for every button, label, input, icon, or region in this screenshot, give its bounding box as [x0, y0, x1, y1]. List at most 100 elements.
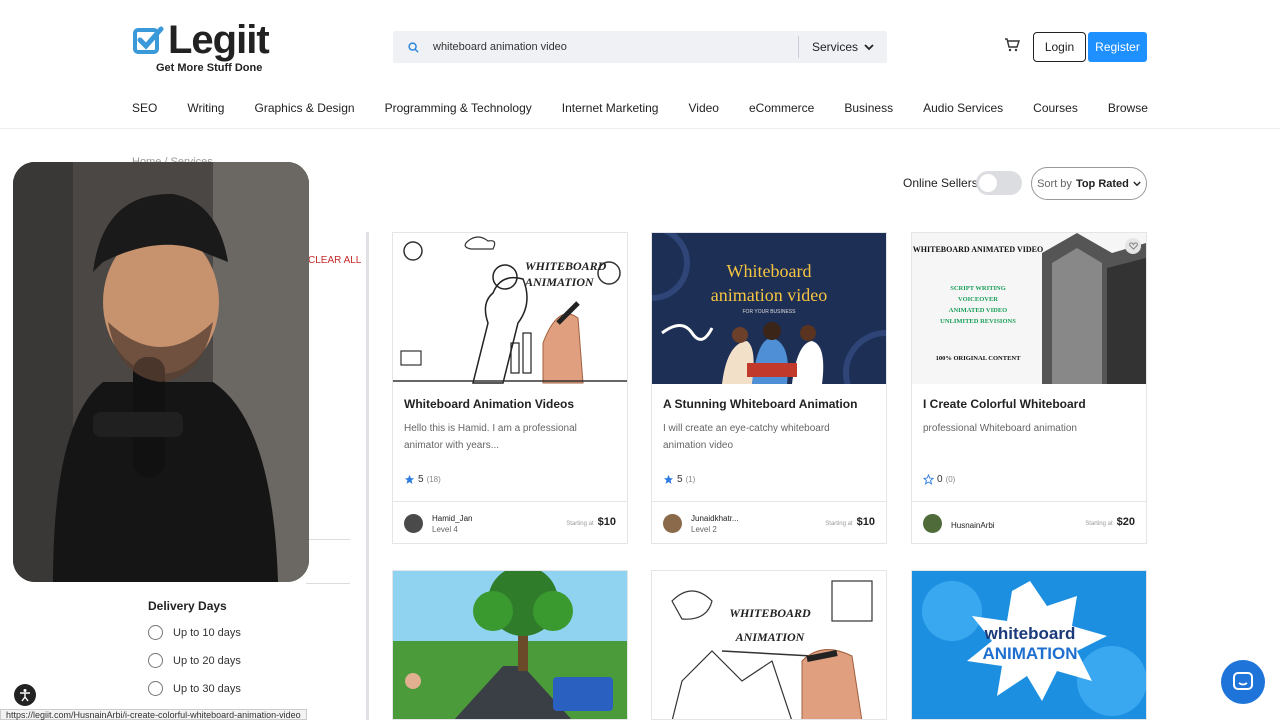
- card-image[interactable]: WHITEBOARD ANIMATION: [393, 233, 627, 384]
- nav-item-audio-services[interactable]: Audio Services: [923, 101, 1003, 115]
- card-image-text: animation video: [711, 285, 827, 305]
- star-icon: [663, 474, 674, 484]
- logo[interactable]: Legiit Get More Stuff Done: [132, 18, 270, 74]
- card-rating: 0 (0): [923, 474, 955, 485]
- service-card-image[interactable]: WHITEBOARD ANIMATION: [651, 570, 887, 720]
- price-label: Starting at: [1085, 521, 1113, 527]
- nav-item-writing[interactable]: Writing: [187, 101, 224, 115]
- avatar: [923, 514, 942, 533]
- chat-icon[interactable]: [1221, 660, 1265, 704]
- seller-level: Level 2: [691, 525, 717, 534]
- nav-item-business[interactable]: Business: [844, 101, 893, 115]
- chevron-down-icon: [1133, 180, 1141, 186]
- accessibility-icon[interactable]: [14, 684, 36, 706]
- price-value: $10: [856, 516, 875, 528]
- nav-item-seo[interactable]: SEO: [132, 101, 157, 115]
- login-button[interactable]: Login: [1033, 32, 1086, 62]
- favorite-heart-icon[interactable]: [1125, 238, 1141, 254]
- card-description: professional Whiteboard animation: [923, 423, 1077, 434]
- card-image-text: 100% ORIGINAL CONTENT: [936, 355, 1022, 362]
- star-icon: [404, 474, 415, 484]
- cart-icon[interactable]: [1004, 38, 1020, 52]
- search-icon: [393, 41, 433, 53]
- seller-info[interactable]: HusnainArbi: [951, 520, 995, 531]
- service-card[interactable]: WHITEBOARD ANIMATION Whiteboard Animatio…: [392, 232, 628, 544]
- sort-value: Top Rated: [1075, 177, 1129, 190]
- nav-item-browse[interactable]: Browse: [1108, 101, 1148, 115]
- toggle-knob: [979, 174, 997, 192]
- rating-value: 0: [937, 474, 943, 485]
- rating-count: (18): [426, 475, 441, 484]
- card-image-text: WHITEBOARD: [729, 606, 811, 620]
- logo-tagline: Get More Stuff Done: [156, 62, 263, 74]
- card-description: Hello this is Hamid. I am a professional…: [404, 423, 577, 451]
- radio-button[interactable]: [148, 653, 163, 668]
- delivery-option-10[interactable]: Up to 10 days: [148, 625, 241, 640]
- service-card[interactable]: Whiteboard animation video FOR YOUR BUSI…: [651, 232, 887, 544]
- sidebar-divider: [366, 232, 369, 720]
- register-button[interactable]: Register: [1088, 32, 1147, 62]
- nav-item-programming[interactable]: Programming & Technology: [385, 101, 532, 115]
- nav-divider: [0, 128, 1280, 129]
- card-image-text: UNLIMITED REVISIONS: [940, 318, 1016, 325]
- nav-item-courses[interactable]: Courses: [1033, 101, 1078, 115]
- online-sellers-label: Online Sellers: [903, 176, 978, 190]
- card-price: Starting at $10: [566, 516, 616, 528]
- webcam-overlay: [13, 162, 309, 582]
- category-nav: SEO Writing Graphics & Design Programmin…: [132, 101, 1148, 115]
- card-divider: [912, 501, 1146, 502]
- service-card-image[interactable]: whiteboard ANIMATION: [911, 570, 1147, 720]
- rating-value: 5: [677, 474, 683, 485]
- nav-item-video[interactable]: Video: [689, 101, 719, 115]
- card-image-text: ANIMATION: [524, 275, 595, 289]
- seller-name[interactable]: Junaidkhatr...: [691, 513, 739, 524]
- logo-text: Legiit: [168, 18, 270, 62]
- card-image-text: WHITEBOARD: [525, 259, 607, 273]
- delivery-option-30[interactable]: Up to 30 days: [148, 681, 241, 696]
- nav-item-graphics-design[interactable]: Graphics & Design: [255, 101, 355, 115]
- radio-label: Up to 30 days: [173, 682, 241, 695]
- card-title[interactable]: A Stunning Whiteboard Animation: [663, 397, 857, 411]
- card-image-text: VOICEOVER: [958, 296, 998, 303]
- filter-separator: [306, 539, 350, 540]
- online-sellers-toggle[interactable]: [976, 171, 1022, 195]
- card-image[interactable]: WHITEBOARD ANIMATED VIDEO SCRIPT WRITING…: [912, 233, 1146, 384]
- service-card[interactable]: WHITEBOARD ANIMATED VIDEO SCRIPT WRITING…: [911, 232, 1147, 544]
- radio-button[interactable]: [148, 625, 163, 640]
- seller-info[interactable]: Hamid_Jan Level 4: [432, 513, 472, 535]
- price-label: Starting at: [825, 521, 853, 527]
- clear-all-link[interactable]: CLEAR ALL: [308, 255, 361, 266]
- star-outline-icon: [923, 474, 934, 485]
- search-input[interactable]: whiteboard animation video: [433, 41, 798, 53]
- card-image-text: WHITEBOARD ANIMATED VIDEO: [913, 245, 1043, 254]
- nav-item-ecommerce[interactable]: eCommerce: [749, 101, 814, 115]
- nav-item-internet-marketing[interactable]: Internet Marketing: [562, 101, 659, 115]
- card-rating: 5 (1): [663, 474, 695, 485]
- card-price: Starting at $10: [825, 516, 875, 528]
- search-category-dropdown[interactable]: Services: [799, 40, 887, 54]
- card-image-text: whiteboard: [984, 624, 1076, 643]
- card-image[interactable]: Whiteboard animation video FOR YOUR BUSI…: [652, 233, 886, 384]
- card-title[interactable]: Whiteboard Animation Videos: [404, 397, 574, 411]
- search-bar[interactable]: whiteboard animation video Services: [393, 31, 887, 63]
- service-card-image[interactable]: [392, 570, 628, 720]
- rating-count: (1): [685, 475, 696, 484]
- avatar: [663, 514, 682, 533]
- card-price: Starting at $20: [1085, 516, 1135, 528]
- delivery-option-20[interactable]: Up to 20 days: [148, 653, 241, 668]
- status-bar-url: https://legiit.com/HusnainArbi/i-create-…: [0, 709, 307, 720]
- card-description: I will create an eye-catchy whiteboard a…: [663, 423, 830, 451]
- rating-value: 5: [418, 474, 424, 485]
- price-value: $20: [1116, 516, 1135, 528]
- filter-separator: [306, 583, 350, 584]
- seller-name[interactable]: Hamid_Jan: [432, 513, 472, 524]
- page: Legiit Get More Stuff Done whiteboard an…: [0, 0, 1280, 720]
- radio-label: Up to 10 days: [173, 626, 241, 639]
- sort-dropdown[interactable]: Sort by Top Rated: [1031, 167, 1147, 200]
- radio-label: Up to 20 days: [173, 654, 241, 667]
- seller-info[interactable]: Junaidkhatr... Level 2: [691, 513, 739, 535]
- radio-button[interactable]: [148, 681, 163, 696]
- price-value: $10: [597, 516, 616, 528]
- card-title[interactable]: I Create Colorful Whiteboard: [923, 397, 1086, 411]
- seller-name[interactable]: HusnainArbi: [951, 520, 995, 531]
